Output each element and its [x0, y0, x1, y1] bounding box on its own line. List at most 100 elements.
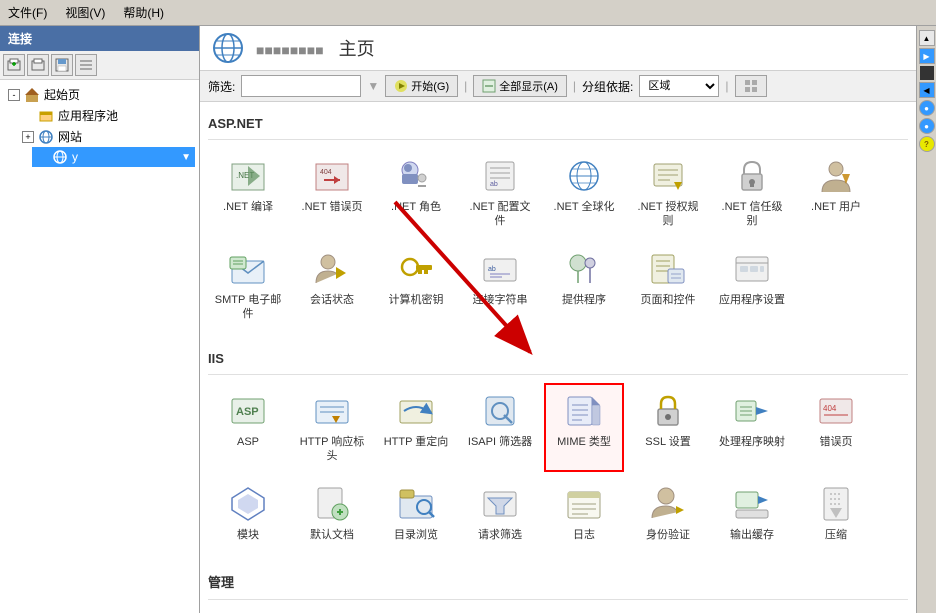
connect-btn[interactable] — [27, 54, 49, 76]
home-icon — [24, 87, 40, 103]
icon-net-config[interactable]: ab .NET 配置文件 — [460, 148, 540, 237]
icon-config-editor[interactable]: 配置编辑器 — [208, 608, 288, 613]
http-response-icon — [312, 391, 352, 431]
icon-handler[interactable]: 处理程序映射 — [712, 383, 792, 472]
icon-compress[interactable]: 压缩 — [796, 476, 876, 550]
view-btn[interactable] — [735, 75, 767, 97]
tree-item-website[interactable]: + 网站 — [18, 126, 195, 147]
icon-machinekey[interactable]: 计算机密钥 — [376, 241, 456, 330]
net-role-label: .NET 角色 — [391, 200, 441, 214]
handler-label: 处理程序映射 — [719, 435, 785, 449]
icon-pagecontrol[interactable]: 页面和控件 — [628, 241, 708, 330]
icon-req-filter[interactable]: 请求筛选 — [460, 476, 540, 550]
group-by-select[interactable]: 区域 — [639, 75, 719, 97]
dir-browse-label: 目录浏览 — [394, 528, 438, 542]
icons-area: ASP.NET .NET .NET 编译 404 .NET 错误页 — [200, 102, 916, 613]
net-trust-label: .NET 信任级别 — [718, 200, 786, 229]
icon-mime-type[interactable]: MIME 类型 — [544, 383, 624, 472]
session-icon — [312, 249, 352, 289]
icon-ssl[interactable]: SSL 设置 — [628, 383, 708, 472]
icon-provider[interactable]: 提供程序 — [544, 241, 624, 330]
icon-net-role[interactable]: .NET 角色 — [376, 148, 456, 237]
show-all-btn[interactable]: 全部显示(A) — [473, 75, 567, 97]
icon-isapi-filter[interactable]: ISAPI 筛选器 — [460, 383, 540, 472]
save-btn[interactable] — [51, 54, 73, 76]
expand-website[interactable]: + — [22, 131, 34, 143]
net-error-label: .NET 错误页 — [302, 200, 363, 214]
icon-module[interactable]: 模块 — [208, 476, 288, 550]
svg-text:404: 404 — [320, 169, 332, 176]
menu-help[interactable]: 帮助(H) — [119, 2, 168, 23]
right-indicator — [920, 66, 934, 80]
machinekey-label: 计算机密钥 — [389, 293, 444, 307]
icon-net-user[interactable]: .NET 用户 — [796, 148, 876, 237]
icon-http-response[interactable]: HTTP 响应标头 — [292, 383, 372, 472]
connstring-label: 连接字符串 — [473, 293, 528, 307]
icon-net-error[interactable]: 404 .NET 错误页 — [292, 148, 372, 237]
net-user-label: .NET 用户 — [811, 200, 861, 214]
filter-label: 筛选: — [208, 78, 235, 95]
right-btn-help[interactable]: ? — [919, 136, 935, 152]
tree-label-website: 网站 — [58, 128, 82, 145]
icon-error-page[interactable]: 404 错误页 — [796, 383, 876, 472]
icon-connstring[interactable]: ab 连接字符串 — [460, 241, 540, 330]
output-cache-icon — [732, 484, 772, 524]
context-btn[interactable]: ▼ — [181, 152, 191, 163]
tree-item-y[interactable]: y ▼ — [32, 147, 195, 167]
net-user-icon — [816, 156, 856, 196]
apppool-icon — [38, 108, 54, 124]
net-trust-icon — [732, 156, 772, 196]
asp-icon: ASP — [228, 391, 268, 431]
tree-label-apppool: 应用程序池 — [58, 107, 118, 124]
icon-appsetting[interactable]: 应用程序设置 — [712, 241, 792, 330]
mime-type-icon — [564, 391, 604, 431]
auth-icon — [648, 484, 688, 524]
right-btn-1[interactable]: ▲ — [919, 30, 935, 46]
mime-type-label: MIME 类型 — [557, 435, 611, 449]
menu-view[interactable]: 视图(V) — [61, 2, 109, 23]
icon-http-redirect[interactable]: HTTP 重定向 — [376, 383, 456, 472]
start-btn[interactable]: 开始(G) — [385, 75, 458, 97]
icon-auth[interactable]: 身份验证 — [628, 476, 708, 550]
filter-input[interactable] — [241, 75, 361, 97]
right-btn-5[interactable]: ● — [919, 118, 935, 134]
right-btn-3[interactable]: ◀ — [919, 82, 935, 98]
icon-log[interactable]: 日志 — [544, 476, 624, 550]
group-by-label: 分组依据: — [582, 78, 633, 95]
net-global-icon — [564, 156, 604, 196]
right-btn-2[interactable]: ▶ — [919, 48, 935, 64]
list-btn[interactable] — [75, 54, 97, 76]
icon-net-global[interactable]: .NET 全球化 — [544, 148, 624, 237]
tree-item-apppool[interactable]: 应用程序池 — [18, 105, 195, 126]
content-header: ■■■■■■■■ 主页 — [200, 26, 916, 71]
tree-item-start[interactable]: - 起始页 — [4, 84, 195, 105]
compress-icon — [816, 484, 856, 524]
net-role-icon — [396, 156, 436, 196]
svg-text:ab: ab — [490, 181, 498, 188]
auth-label: 身份验证 — [646, 528, 690, 542]
expand-start[interactable]: - — [8, 89, 20, 101]
icon-dir-browse[interactable]: 目录浏览 — [376, 476, 456, 550]
error-page-label: 错误页 — [820, 435, 853, 449]
sidebar-tree: - 起始页 应用程序池 + 网站 — [0, 80, 199, 613]
icon-output-cache[interactable]: 输出缓存 — [712, 476, 792, 550]
asp-label: ASP — [237, 435, 259, 449]
icon-net-compile[interactable]: .NET .NET 编译 — [208, 148, 288, 237]
handler-icon — [732, 391, 772, 431]
smtp-icon — [228, 249, 268, 289]
icon-asp[interactable]: ASP ASP — [208, 383, 288, 472]
new-connection-btn[interactable] — [3, 54, 25, 76]
pagecontrol-icon — [648, 249, 688, 289]
content-area: ■■■■■■■■ 主页 筛选: ▼ 开始(G) | 全部显示(A) | 分组依据… — [200, 26, 916, 613]
icon-net-auth[interactable]: .NET 授权规则 — [628, 148, 708, 237]
menu-file[interactable]: 文件(F) — [4, 2, 51, 23]
section-iis: IIS — [208, 345, 908, 375]
iis-grid: ASP ASP HTTP 响应标头 HTTP — [208, 383, 908, 550]
svg-text:404: 404 — [823, 404, 837, 413]
icon-default-doc[interactable]: 默认文档 — [292, 476, 372, 550]
icon-net-trust[interactable]: .NET 信任级别 — [712, 148, 792, 237]
icon-smtp[interactable]: SMTP 电子邮件 — [208, 241, 288, 330]
isapi-filter-label: ISAPI 筛选器 — [468, 435, 532, 449]
icon-session[interactable]: 会话状态 — [292, 241, 372, 330]
right-btn-4[interactable]: ● — [919, 100, 935, 116]
